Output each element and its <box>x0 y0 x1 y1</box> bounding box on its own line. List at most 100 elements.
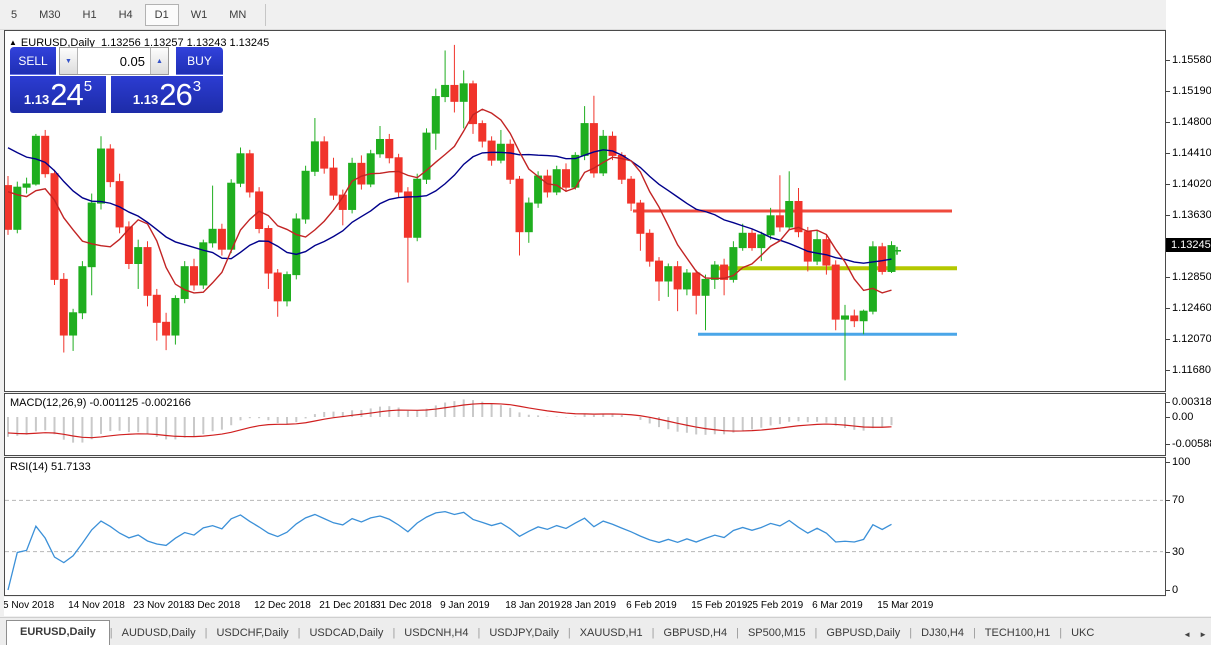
candle <box>646 229 653 266</box>
macd-tick-label: -0.005889 <box>1172 438 1211 450</box>
candle <box>358 155 365 189</box>
macd-indicator-panel[interactable]: MACD(12,26,9) -0.001125 -0.002166 <box>4 393 1166 456</box>
date-tick-label: 14 Nov 2018 <box>68 600 125 611</box>
date-tick-label: 23 Nov 2018 <box>133 600 190 611</box>
toolbar-separator <box>265 4 266 26</box>
date-tick-label: 5 Nov 2018 <box>4 600 54 611</box>
axis-tick <box>1166 60 1170 61</box>
symbol-tab-sp500-m15[interactable]: SP500,M15 <box>739 622 814 645</box>
timeframe-toolbar: 5M30H1H4D1W1MN <box>0 0 1211 30</box>
ohlc-close: 1.13245 <box>230 37 270 49</box>
candle <box>265 225 272 289</box>
one-click-trading-widget: SELL ▼ 0.05 ▲ BUY 1.13 24 5 1.13 26 3 <box>10 47 223 113</box>
price-tick-label: 1.14020 <box>1172 178 1211 190</box>
axis-tick <box>1166 308 1170 309</box>
symbol-tab-usdcnh-h4[interactable]: USDCNH,H4 <box>395 622 477 645</box>
axis-tick <box>1166 590 1170 591</box>
candle <box>339 190 346 226</box>
candle <box>804 227 811 272</box>
symbol-tab-eurusd-daily[interactable]: EURUSD,Daily <box>6 620 110 645</box>
timeframe-button-5[interactable]: 5 <box>1 4 27 26</box>
candle <box>302 166 309 224</box>
sell-price-pipette: 5 <box>84 78 92 95</box>
candle <box>665 263 672 296</box>
tab-scroll-right-icon[interactable]: ► <box>1199 630 1207 639</box>
symbol-tab-tech100-h1[interactable]: TECH100,H1 <box>976 622 1059 645</box>
candle <box>246 150 253 198</box>
symbol-tab-usdchf-daily[interactable]: USDCHF,Daily <box>207 622 297 645</box>
candle <box>842 305 849 381</box>
candle <box>237 147 244 187</box>
axis-tick <box>1166 462 1170 463</box>
rsi-tick-label: 70 <box>1172 494 1184 506</box>
candle <box>218 224 225 256</box>
price-axis[interactable]: 1.155801.151901.148001.144101.140201.136… <box>1166 0 1211 616</box>
candle <box>581 106 588 160</box>
timeframe-button-m30[interactable]: M30 <box>29 4 70 26</box>
timeframe-button-mn[interactable]: MN <box>219 4 256 26</box>
volume-increase-button[interactable]: ▲ <box>150 48 168 74</box>
symbol-tab-dj30-h4[interactable]: DJ30,H4 <box>912 622 973 645</box>
candle <box>702 275 709 331</box>
tab-scroll-arrows: ◄ ► <box>1177 630 1207 639</box>
buy-price-display[interactable]: 1.13 26 3 <box>111 76 223 113</box>
timeframe-button-w1[interactable]: W1 <box>181 4 218 26</box>
symbol-tab-ukc[interactable]: UKC <box>1062 622 1103 645</box>
candle <box>711 261 718 289</box>
candle <box>256 187 263 233</box>
symbol-tab-usdcad-daily[interactable]: USDCAD,Daily <box>300 622 392 645</box>
candle <box>163 313 170 350</box>
candle <box>479 120 486 147</box>
candle <box>423 128 430 184</box>
candle <box>609 132 616 161</box>
rsi-indicator-panel[interactable]: RSI(14) 51.7133 <box>4 457 1166 596</box>
candle <box>404 187 411 282</box>
candle <box>553 166 560 195</box>
axis-tick <box>1166 184 1170 185</box>
axis-tick <box>1166 444 1170 445</box>
sell-button[interactable]: SELL <box>10 47 56 75</box>
timeframe-button-d1[interactable]: D1 <box>145 4 179 26</box>
timeframe-button-h1[interactable]: H1 <box>73 4 107 26</box>
date-tick-label: 15 Mar 2019 <box>877 600 933 611</box>
macd-main-value: -0.001125 <box>89 397 138 409</box>
candle <box>311 118 318 176</box>
symbol-tab-usdjpy-daily[interactable]: USDJPY,Daily <box>480 622 568 645</box>
buy-price-prefix: 1.13 <box>133 92 158 107</box>
price-tick-label: 1.12850 <box>1172 271 1211 283</box>
date-tick-label: 12 Dec 2018 <box>254 600 311 611</box>
symbol-tab-gbpusd-daily[interactable]: GBPUSD,Daily <box>817 622 909 645</box>
date-tick-label: 21 Dec 2018 <box>319 600 376 611</box>
volume-stepper: ▼ 0.05 ▲ <box>59 47 169 75</box>
candle <box>451 45 458 113</box>
candle <box>107 144 114 187</box>
symbol-tab-gbpusd-h4[interactable]: GBPUSD,H4 <box>655 622 737 645</box>
candle <box>637 200 644 251</box>
rsi-tick-label: 0 <box>1172 584 1178 596</box>
date-axis[interactable]: 5 Nov 201814 Nov 201823 Nov 20183 Dec 20… <box>4 597 1166 616</box>
date-tick-label: 6 Feb 2019 <box>626 600 677 611</box>
collapse-trade-panel-icon[interactable]: ▲ <box>9 38 17 47</box>
candle <box>693 270 700 315</box>
candle <box>674 261 681 311</box>
sell-price-display[interactable]: 1.13 24 5 <box>10 76 106 113</box>
symbol-tab-xauusd-h1[interactable]: XAUUSD,H1 <box>571 622 652 645</box>
buy-button[interactable]: BUY <box>176 47 223 75</box>
macd-label: MACD(12,26,9) -0.001125 -0.002166 <box>10 397 191 409</box>
rsi-value: 51.7133 <box>51 461 91 473</box>
tab-scroll-left-icon[interactable]: ◄ <box>1183 630 1191 639</box>
candle <box>200 240 207 289</box>
candle <box>153 289 160 341</box>
candle <box>144 241 151 306</box>
timeframe-button-h4[interactable]: H4 <box>109 4 143 26</box>
volume-input[interactable]: 0.05 <box>78 48 150 74</box>
symbol-tab-audusd-daily[interactable]: AUDUSD,Daily <box>113 622 205 645</box>
volume-decrease-button[interactable]: ▼ <box>60 48 78 74</box>
sell-price-prefix: 1.13 <box>24 92 49 107</box>
sell-price-main: 24 <box>50 77 82 113</box>
candle <box>23 178 30 194</box>
candle <box>888 241 895 273</box>
candle <box>395 154 402 198</box>
price-tick-label: 1.13630 <box>1172 209 1211 221</box>
candle <box>786 171 793 230</box>
